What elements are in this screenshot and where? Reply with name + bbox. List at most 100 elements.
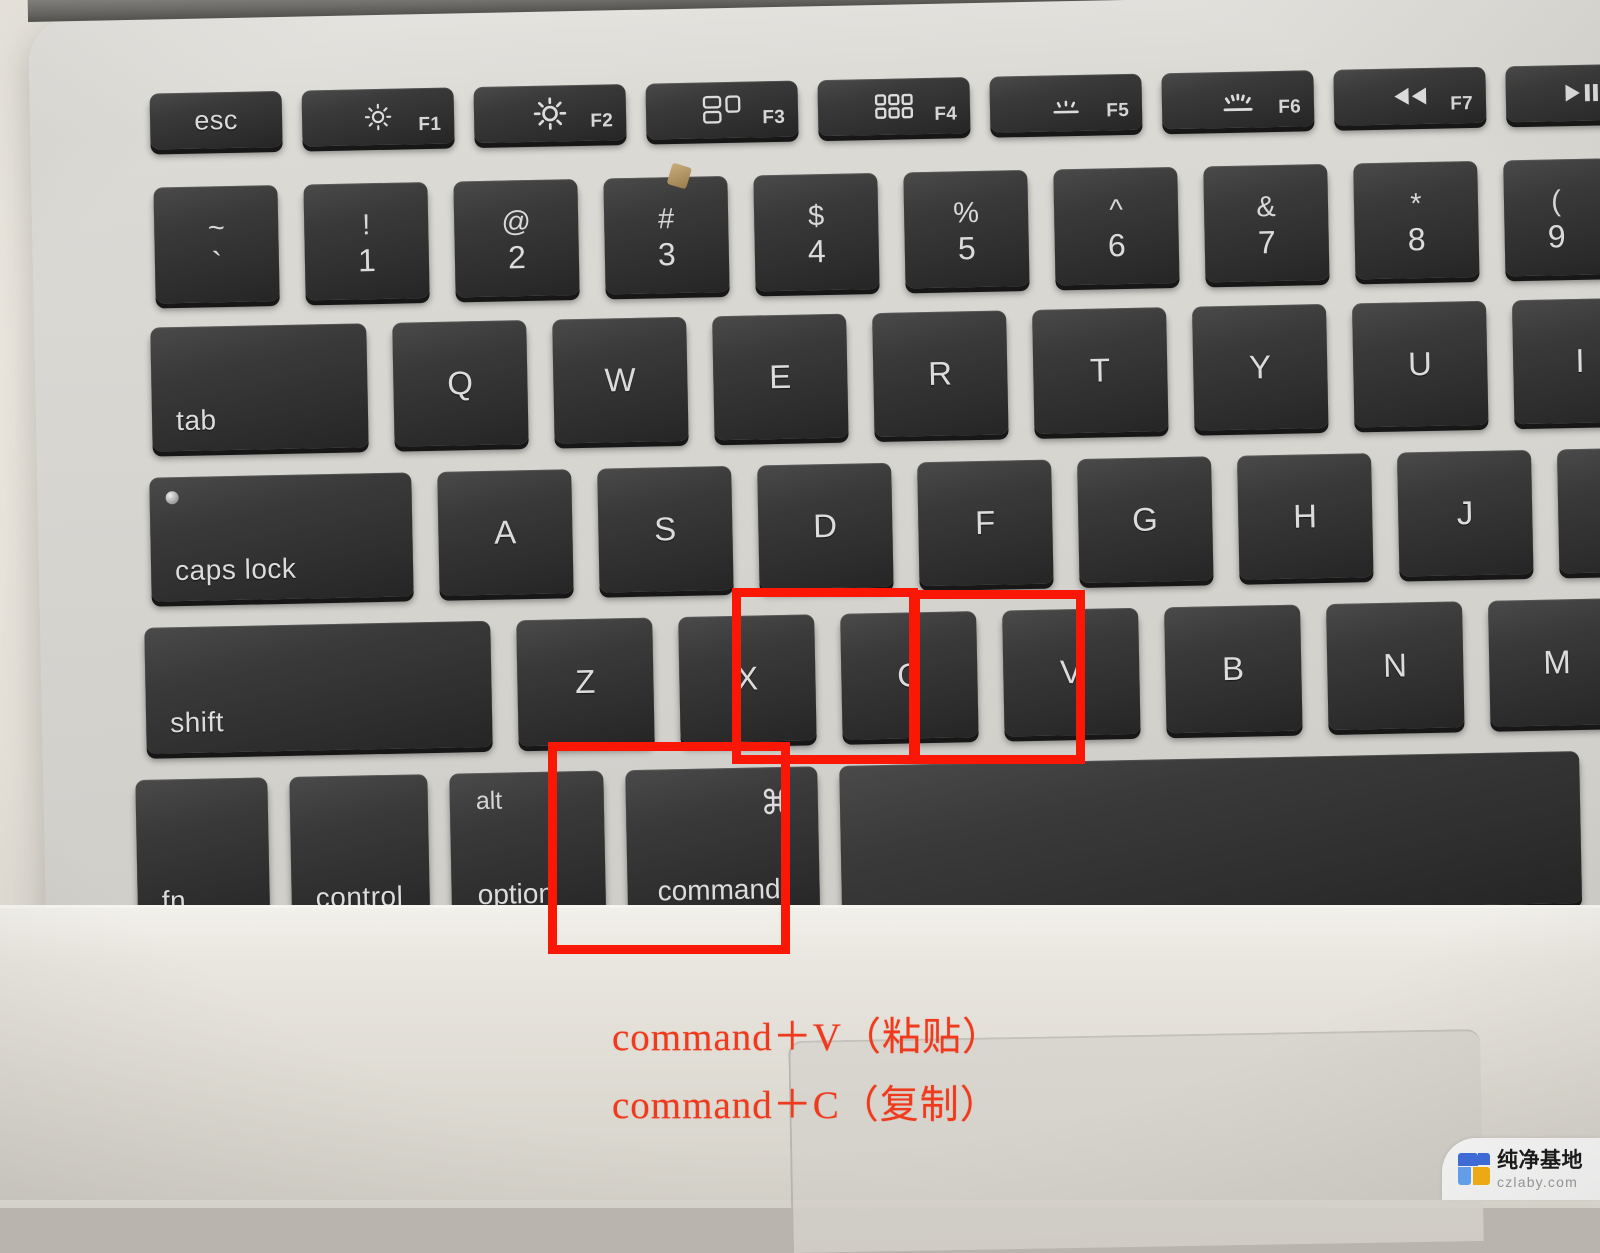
key-q[interactable]: Q	[392, 320, 529, 447]
key-2[interactable]: @ 2	[453, 179, 580, 298]
brightness-high-icon	[531, 94, 570, 133]
key-label: T	[1089, 351, 1111, 389]
debris-speck	[666, 162, 693, 190]
key-alt-label: alt	[475, 786, 503, 816]
key-t[interactable]: T	[1032, 307, 1169, 434]
key-label: B	[1221, 649, 1245, 688]
key-label: H	[1292, 497, 1318, 535]
key-m[interactable]: M	[1487, 598, 1600, 727]
key-r[interactable]: R	[872, 310, 1009, 438]
key-label: G	[1131, 500, 1159, 538]
key-shift-label: (	[1550, 184, 1562, 217]
key-f8-play-pause[interactable]: F8	[1505, 63, 1600, 123]
key-n[interactable]: N	[1326, 601, 1465, 731]
key-shift-label: #	[657, 202, 675, 235]
key-w[interactable]: W	[552, 316, 689, 444]
caps-lock-led-icon	[165, 491, 179, 505]
key-1[interactable]: ! 1	[303, 182, 430, 301]
key-label: Q	[446, 364, 474, 402]
annotation-captions: command＋V（粘贴） command＋C（复制）	[612, 1004, 1002, 1140]
keyboard-light-low-icon	[1047, 90, 1086, 117]
key-shift-label: *	[1410, 187, 1422, 220]
key-f3-mission-control[interactable]: F3	[645, 80, 799, 140]
play-pause-icon	[1563, 82, 1600, 103]
brightness-low-icon	[361, 100, 396, 135]
key-base-label: 3	[657, 235, 677, 272]
key-y[interactable]: Y	[1192, 304, 1329, 431]
key-f1-brightness-down[interactable]: F1	[301, 87, 455, 147]
caption-paste: command＋V（粘贴）	[612, 1016, 1002, 1059]
key-tab[interactable]: tab	[150, 323, 369, 452]
key-j[interactable]: J	[1396, 449, 1534, 577]
key-4[interactable]: $ 4	[753, 172, 880, 292]
key-shift-label: !	[361, 208, 371, 241]
key-base-label: 1	[357, 241, 377, 278]
key-esc[interactable]: esc	[149, 90, 283, 150]
qwerty-key-row: tab Q W E R T Y U I	[150, 296, 1600, 452]
key-space[interactable]	[839, 751, 1583, 918]
key-a[interactable]: A	[437, 469, 574, 596]
key-9[interactable]: ( 9	[1503, 158, 1600, 277]
key-label: R	[927, 354, 953, 393]
laptop-body: esc F1 F2 F3 F4 F5 F6 F7 ~ ` ! 1 @ 2 # 3…	[28, 0, 1600, 968]
key-g[interactable]: G	[1077, 456, 1214, 584]
key-label: S	[653, 510, 677, 548]
key-fn-number: F1	[418, 113, 442, 136]
key-k[interactable]: K	[1556, 446, 1600, 574]
key-shift-left[interactable]: shift	[144, 620, 493, 754]
key-label: tab	[175, 404, 217, 437]
key-base-label: 9	[1547, 217, 1566, 255]
key-label: A	[493, 513, 518, 551]
key-d[interactable]: D	[757, 462, 894, 590]
command-key-highlight-box	[548, 742, 790, 954]
key-label: Y	[1248, 348, 1272, 386]
key-7[interactable]: & 7	[1203, 163, 1330, 283]
key-label: caps lock	[174, 552, 297, 587]
key-base-label: 2	[507, 238, 527, 275]
key-label: esc	[194, 104, 239, 136]
key-shift-label: @	[501, 205, 532, 239]
key-shift-label: $	[807, 199, 825, 232]
key-5[interactable]: % 5	[903, 169, 1030, 289]
key-base-label: 4	[807, 232, 827, 269]
key-e[interactable]: E	[712, 313, 849, 441]
key-8[interactable]: * 8	[1353, 160, 1480, 280]
key-caps-lock[interactable]: caps lock	[149, 472, 414, 602]
key-i[interactable]: I	[1511, 297, 1600, 425]
key-f[interactable]: F	[917, 459, 1054, 587]
keyboard-well: esc F1 F2 F3 F4 F5 F6 F7 ~ ` ! 1 @ 2 # 3…	[28, 0, 1600, 968]
key-f2-brightness-up[interactable]: F2	[473, 84, 627, 144]
key-s[interactable]: S	[597, 465, 734, 593]
key-label: N	[1382, 646, 1408, 684]
key-f6-keyboard-backlight-up[interactable]: F6	[1161, 70, 1315, 130]
key-shift-label: &	[1256, 190, 1277, 223]
key-label: shift	[169, 706, 225, 739]
key-f4-launchpad[interactable]: F4	[817, 77, 971, 137]
key-f5-keyboard-backlight-down[interactable]: F5	[989, 73, 1143, 133]
key-3[interactable]: # 3	[603, 162, 730, 295]
keyboard-light-high-icon	[1217, 85, 1260, 114]
watermark-site-url: czlaby.com	[1497, 1173, 1578, 1190]
key-6[interactable]: ^ 6	[1053, 166, 1180, 286]
key-h[interactable]: H	[1237, 453, 1374, 580]
caption-copy: command＋C（复制）	[612, 1084, 1000, 1127]
key-base-label: 6	[1107, 226, 1127, 263]
key-u[interactable]: U	[1351, 300, 1489, 428]
key-z[interactable]: Z	[516, 617, 655, 747]
v-key-highlight-box	[911, 590, 1085, 764]
photo-background: esc F1 F2 F3 F4 F5 F6 F7 ~ ` ! 1 @ 2 # 3…	[0, 0, 1600, 1253]
key-label: D	[812, 506, 838, 545]
key-label: M	[1542, 643, 1572, 681]
home-key-row: caps lock A S D F G H J	[149, 445, 1600, 602]
key-label: U	[1407, 344, 1433, 383]
key-f7-rewind[interactable]: F7	[1333, 66, 1487, 126]
key-tilde-backtick[interactable]: ~ `	[153, 185, 280, 304]
mission-control-icon	[702, 95, 743, 126]
watermark-badge: 纯净基地 czlaby.com	[1442, 1138, 1600, 1200]
key-shift-label: %	[952, 196, 980, 229]
key-fn-number: F2	[590, 110, 614, 132]
key-label: W	[604, 360, 637, 399]
key-b[interactable]: B	[1164, 604, 1303, 734]
site-logo-icon	[1458, 1153, 1490, 1185]
key-shift-label: ^	[1108, 193, 1124, 226]
